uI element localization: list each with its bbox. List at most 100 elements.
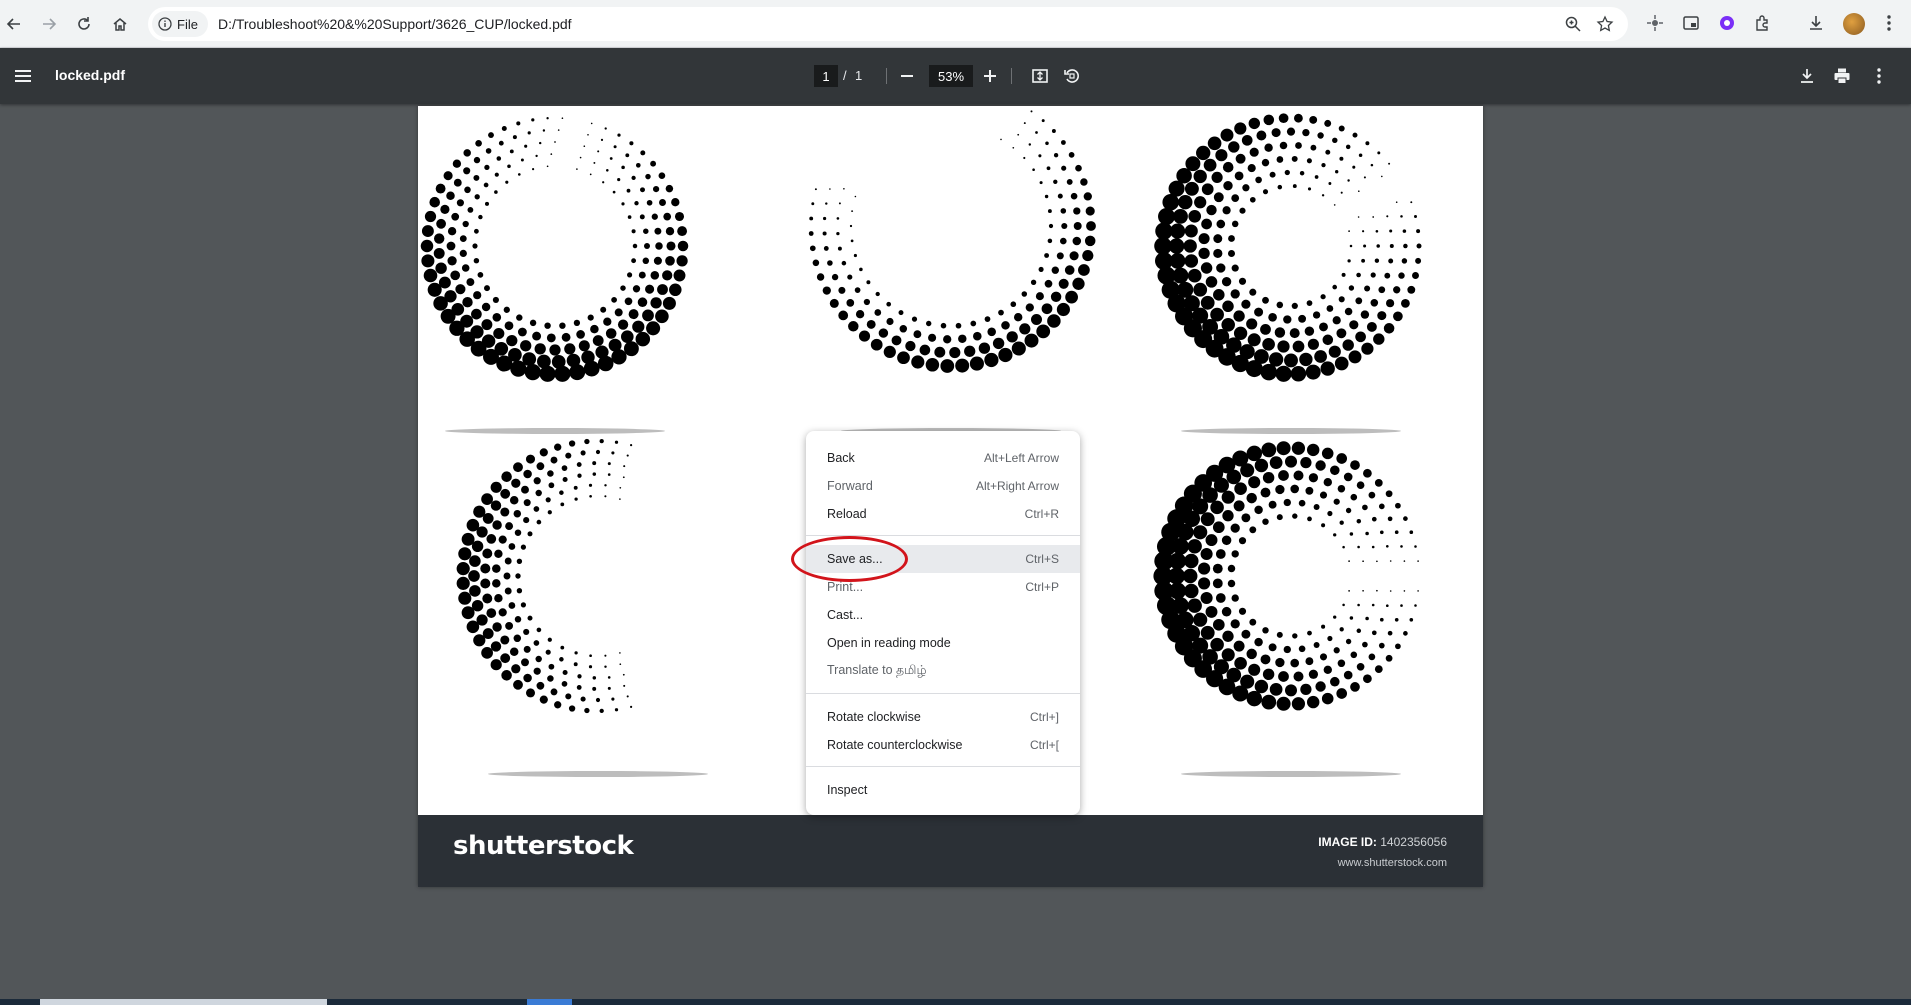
halftone-dot [1263, 114, 1275, 126]
halftone-dot [449, 320, 465, 336]
halftone-dot [509, 647, 519, 657]
halftone-dot [1154, 237, 1172, 255]
print-icon[interactable] [1830, 64, 1854, 88]
chrome-menu-icon[interactable] [1878, 12, 1900, 34]
halftone-dot [435, 262, 447, 274]
halftone-dot [1227, 564, 1236, 573]
page-number-input[interactable]: 1 [814, 65, 838, 87]
halftone-dot [1410, 201, 1413, 204]
halftone-dot [646, 321, 661, 336]
zoom-level-input[interactable]: 53% [929, 65, 973, 87]
halftone-dot [1385, 604, 1389, 608]
halftone-dot [480, 578, 491, 589]
halftone-dot [468, 570, 480, 582]
extension-move-icon[interactable] [1644, 12, 1666, 34]
menu-item-reading-mode[interactable]: Open in reading mode [806, 629, 1080, 657]
halftone-dot [576, 330, 585, 339]
halftone-dot [486, 608, 497, 618]
halftone-dot [535, 489, 542, 497]
halftone-dot [1247, 164, 1256, 173]
halftone-dot [1291, 155, 1298, 162]
menu-item-forward[interactable]: Forward Alt+Right Arrow [806, 472, 1080, 500]
halftone-dot [589, 173, 592, 176]
halftone-dot [597, 355, 614, 372]
halftone-dot [1200, 591, 1213, 605]
halftone-dot [506, 334, 518, 347]
reload-icon[interactable] [70, 10, 98, 38]
sidebar-menu-icon[interactable] [12, 65, 34, 87]
halftone-dot [848, 321, 859, 332]
halftone-dot [1403, 243, 1408, 249]
menu-item-back[interactable]: Back Alt+Left Arrow [806, 444, 1080, 472]
halftone-dot [1222, 630, 1234, 642]
halftone-dot [1368, 653, 1376, 661]
halftone-dot [1044, 253, 1050, 258]
halftone-dot [1409, 617, 1414, 622]
halftone-dot [500, 653, 511, 664]
downloads-icon[interactable] [1805, 12, 1827, 34]
menu-item-reload[interactable]: Reload Ctrl+R [806, 500, 1080, 528]
halftone-dot [631, 229, 636, 234]
halftone-dot [458, 547, 472, 561]
fit-to-page-icon[interactable] [1029, 65, 1051, 87]
zoom-icon[interactable] [1564, 15, 1582, 33]
zoom-in-icon[interactable] [979, 65, 1001, 87]
halftone-dot [671, 198, 680, 207]
pdf-download-icon[interactable] [1795, 64, 1819, 88]
halftone-dot [542, 129, 546, 132]
menu-item-rotate-clockwise[interactable]: Rotate clockwise Ctrl+] [806, 703, 1080, 731]
halftone-dot [554, 141, 556, 143]
halftone-dot [573, 319, 581, 327]
halftone-dot [1262, 337, 1275, 351]
rotate-icon[interactable] [1061, 65, 1083, 87]
bookmark-star-icon[interactable] [1596, 15, 1614, 33]
halftone-dot [631, 258, 637, 264]
halftone-dot [427, 282, 442, 297]
halftone-dot [1001, 321, 1010, 330]
url-text[interactable]: D:/Troubleshoot%20&%20Support/3626_CUP/l… [218, 16, 572, 32]
halftone-dot [1350, 651, 1358, 659]
picture-in-picture-icon[interactable] [1680, 12, 1702, 34]
halftone-dot [1227, 579, 1236, 588]
menu-item-inspect[interactable]: Inspect [806, 776, 1080, 804]
halftone-dot [490, 500, 502, 511]
back-icon[interactable] [0, 10, 28, 38]
halftone-dot [1299, 170, 1305, 176]
menu-item-rotate-counterclockwise[interactable]: Rotate counterclockwise Ctrl+[ [806, 731, 1080, 759]
halftone-dot [1293, 671, 1304, 682]
halftone-dot [523, 645, 531, 653]
halftone-dot [855, 310, 865, 319]
address-bar[interactable]: File D:/Troubleshoot%20&%20Support/3626_… [148, 7, 1628, 41]
extensions-puzzle-icon[interactable] [1752, 12, 1774, 34]
halftone-dot [1065, 290, 1078, 304]
halftone-dot [1187, 598, 1202, 613]
forward-icon[interactable] [35, 10, 63, 38]
brand-url: www.shutterstock.com [1337, 857, 1447, 869]
halftone-dot [1309, 115, 1318, 124]
halftone-dot [1222, 510, 1234, 522]
menu-item-cast[interactable]: Cast... [806, 601, 1080, 629]
halftone-dot [1212, 618, 1225, 631]
halftone-dot [928, 333, 937, 342]
site-info-chip[interactable]: File [152, 11, 208, 37]
halftone-dot [455, 284, 466, 295]
halftone-dot [421, 254, 435, 268]
halftone-dot [911, 355, 925, 369]
halftone-dot [943, 335, 952, 344]
halftone-dot [837, 246, 842, 251]
zoom-out-icon[interactable] [896, 65, 918, 87]
profile-avatar[interactable] [1843, 13, 1865, 35]
menu-item-translate[interactable]: Translate to தமிழ் [806, 657, 1080, 685]
extension-purple-icon[interactable] [1716, 12, 1738, 34]
halftone-dot [1342, 603, 1345, 607]
halftone-dot [516, 121, 521, 126]
halftone-dot [611, 297, 617, 303]
halftone-dot [507, 164, 511, 169]
halftone-dot [1221, 277, 1232, 287]
halftone-dot [1075, 164, 1082, 172]
halftone-dot [423, 268, 438, 283]
home-icon[interactable] [106, 10, 134, 38]
halftone-dot [525, 688, 536, 698]
pdf-more-icon[interactable] [1867, 64, 1891, 88]
halftone-dot [1315, 681, 1326, 692]
